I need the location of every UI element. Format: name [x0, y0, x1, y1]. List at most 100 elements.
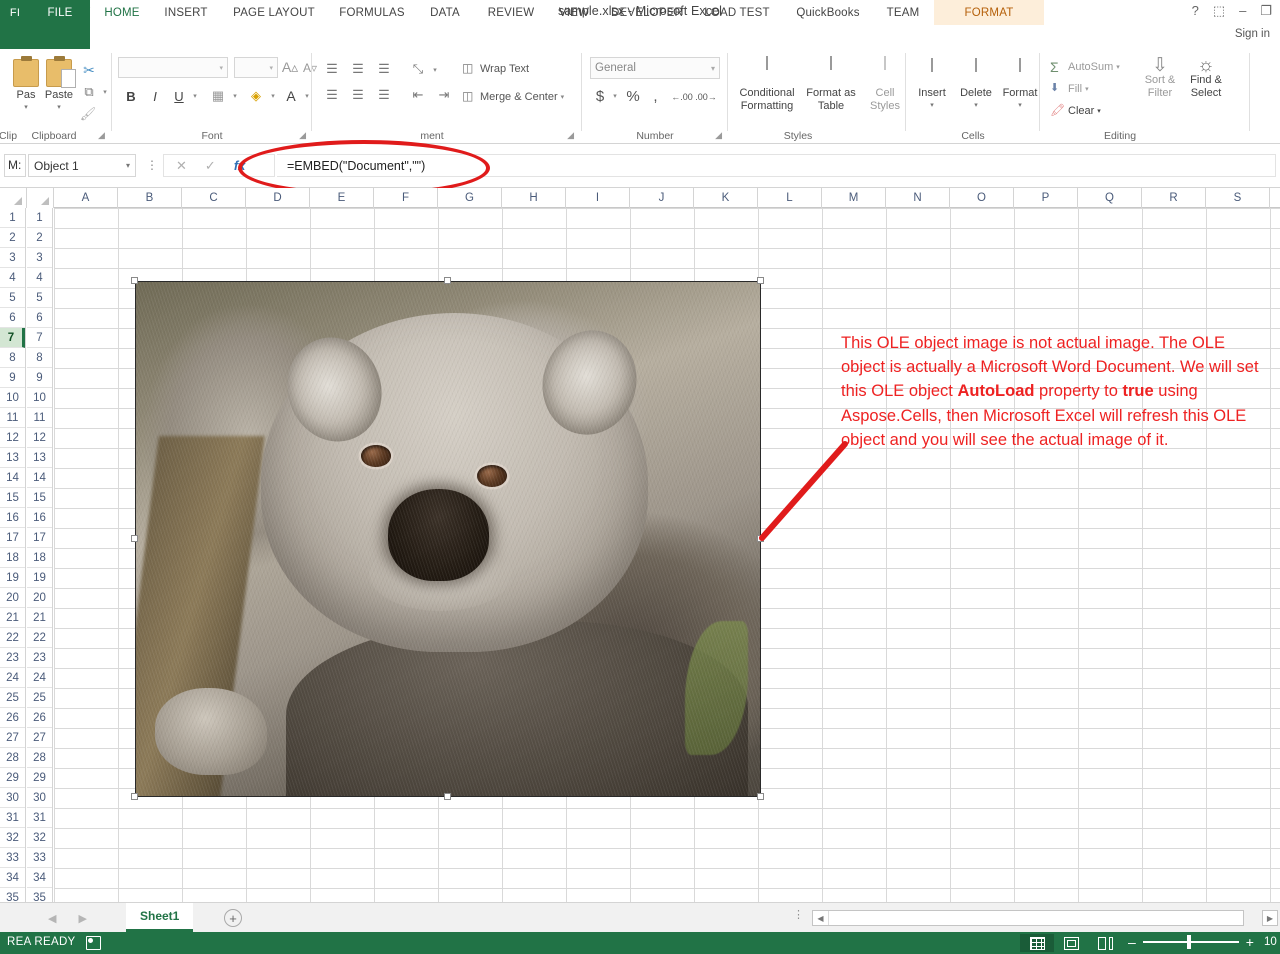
row-header-a-21[interactable]: 21 — [0, 608, 25, 628]
row-header-a-7[interactable]: 7 — [0, 328, 25, 348]
row-header-b-4[interactable]: 4 — [27, 268, 52, 288]
italic-button[interactable]: I — [146, 85, 164, 107]
ole-object-image[interactable] — [135, 281, 761, 797]
row-header-b-11[interactable]: 11 — [27, 408, 52, 428]
horizontal-scrollbar[interactable]: ◀ — [812, 910, 1244, 926]
tab-load-test[interactable]: LOAD TEST — [696, 0, 778, 25]
minimize-icon[interactable]: – — [1239, 2, 1246, 20]
selection-handle-middle-left[interactable] — [131, 535, 138, 542]
merge-center-button[interactable]: ◫ Merge & Center ▾ — [462, 89, 564, 104]
ribbon-display-options-icon[interactable]: ⬚ — [1213, 2, 1225, 20]
row-header-b-17[interactable]: 17 — [27, 528, 52, 548]
zoom-in-button[interactable]: + — [1246, 935, 1254, 949]
column-header-H[interactable]: H — [502, 188, 566, 208]
row-header-a-6[interactable]: 6 — [0, 308, 25, 328]
selection-handle-bottom-left[interactable] — [131, 793, 138, 800]
row-header-a-32[interactable]: 32 — [0, 828, 25, 848]
sign-in-link[interactable]: Sign in — [1235, 28, 1270, 40]
tab-developer[interactable]: DEVELOPER — [604, 0, 690, 25]
percent-format-icon[interactable]: % — [624, 85, 642, 107]
merge-center-chevron-down-icon[interactable]: ▾ — [561, 93, 565, 101]
row-header-b-32[interactable]: 32 — [27, 828, 52, 848]
column-header-I[interactable]: I — [566, 188, 630, 208]
accounting-chevron-down-icon[interactable]: ▾ — [610, 87, 620, 105]
tab-data[interactable]: DATA — [418, 0, 472, 25]
row-header-b-26[interactable]: 26 — [27, 708, 52, 728]
copy-chevron-down-icon[interactable]: ▾ — [100, 85, 110, 99]
clear-button[interactable]: 🖍 Clear ▾ — [1050, 103, 1101, 118]
format-cells-button[interactable]: Format ▾ — [998, 58, 1042, 112]
row-header-a-26[interactable]: 26 — [0, 708, 25, 728]
tab-insert[interactable]: INSERT — [155, 0, 217, 25]
row-header-a-31[interactable]: 31 — [0, 808, 25, 828]
restore-icon[interactable]: ❐ — [1260, 2, 1272, 20]
row-header-b-34[interactable]: 34 — [27, 868, 52, 888]
cut-icon[interactable]: ✂ — [80, 61, 98, 79]
delete-chevron-down-icon[interactable]: ▾ — [974, 100, 978, 112]
row-header-b-8[interactable]: 8 — [27, 348, 52, 368]
row-header-a-12[interactable]: 12 — [0, 428, 25, 448]
font-dialog-launcher[interactable]: ◢ — [299, 130, 306, 141]
add-sheet-icon[interactable]: + — [224, 909, 242, 927]
row-header-b-13[interactable]: 13 — [27, 448, 52, 468]
row-header-b-5[interactable]: 5 — [27, 288, 52, 308]
column-header-N[interactable]: N — [886, 188, 950, 208]
row-header-a-13[interactable]: 13 — [0, 448, 25, 468]
align-right-icon[interactable]: ☰ — [374, 85, 394, 105]
wrap-text-button[interactable]: ◫ Wrap Text — [462, 61, 529, 76]
row-header-a-17[interactable]: 17 — [0, 528, 25, 548]
paste-chevron-down-icon-2[interactable]: ▾ — [57, 102, 61, 114]
underline-button[interactable]: U — [170, 85, 188, 107]
tab-review[interactable]: REVIEW — [478, 0, 544, 25]
row-header-a-25[interactable]: 25 — [0, 688, 25, 708]
decrease-decimal-icon[interactable]: ←.00 — [671, 87, 693, 107]
zoom-out-button[interactable]: – — [1128, 935, 1136, 949]
column-header-L[interactable]: L — [758, 188, 822, 208]
orientation-icon[interactable]: ⤡ — [408, 59, 428, 79]
align-top-icon[interactable]: ☰ — [322, 59, 342, 79]
row-header-a-4[interactable]: 4 — [0, 268, 25, 288]
zoom-percentage[interactable]: 10 — [1264, 936, 1277, 948]
cell-styles-button[interactable]: Cell Styles — [864, 56, 906, 113]
row-header-a-10[interactable]: 10 — [0, 388, 25, 408]
copy-icon[interactable]: ⧉ — [80, 83, 98, 101]
column-header-M[interactable]: M — [822, 188, 886, 208]
row-header-a-5[interactable]: 5 — [0, 288, 25, 308]
bold-button[interactable]: B — [122, 85, 140, 107]
column-header-E[interactable]: E — [310, 188, 374, 208]
font-size-input[interactable]: ▾ — [234, 57, 278, 78]
row-header-b-28[interactable]: 28 — [27, 748, 52, 768]
file-tab[interactable]: FILE — [30, 0, 90, 25]
font-name-input[interactable]: ▾ — [118, 57, 228, 78]
row-header-a-9[interactable]: 9 — [0, 368, 25, 388]
align-left-icon[interactable]: ☰ — [322, 85, 342, 105]
autosum-chevron-down-icon[interactable]: ▾ — [1116, 63, 1120, 71]
column-header-R[interactable]: R — [1142, 188, 1206, 208]
clear-chevron-down-icon[interactable]: ▾ — [1097, 107, 1101, 115]
tab-formulas[interactable]: FORMULAS — [330, 0, 414, 25]
name-box-chevron-down-icon[interactable]: ▾ — [126, 161, 130, 170]
row-header-b-15[interactable]: 15 — [27, 488, 52, 508]
tab-view[interactable]: VIEW — [548, 0, 600, 25]
insert-cells-button[interactable]: Insert ▾ — [910, 58, 954, 112]
row-header-b-25[interactable]: 25 — [27, 688, 52, 708]
row-header-b-7[interactable]: 7 — [27, 328, 52, 348]
row-header-a-23[interactable]: 23 — [0, 648, 25, 668]
selection-handle-top-right[interactable] — [757, 277, 764, 284]
column-header-G[interactable]: G — [438, 188, 502, 208]
format-chevron-down-icon[interactable]: ▾ — [1018, 100, 1022, 112]
enter-icon[interactable]: ✓ — [205, 158, 216, 174]
column-header-A[interactable]: A — [54, 188, 118, 208]
row-header-b-9[interactable]: 9 — [27, 368, 52, 388]
grow-font-icon[interactable]: A▵ — [282, 57, 298, 78]
row-header-b-33[interactable]: 33 — [27, 848, 52, 868]
borders-icon[interactable]: ▦ — [208, 85, 228, 107]
paste-chevron-down-icon[interactable]: ▾ — [24, 102, 28, 114]
select-all-corner-b[interactable] — [27, 188, 54, 208]
fill-button[interactable]: ⬇ Fill ▾ — [1050, 81, 1089, 96]
row-header-b-3[interactable]: 3 — [27, 248, 52, 268]
tab-home[interactable]: HOME — [96, 0, 148, 25]
number-format-chevron-down-icon[interactable]: ▾ — [711, 64, 715, 73]
scroll-right-icon[interactable]: ▶ — [1262, 910, 1278, 926]
page-break-preview-button[interactable] — [1088, 934, 1122, 952]
